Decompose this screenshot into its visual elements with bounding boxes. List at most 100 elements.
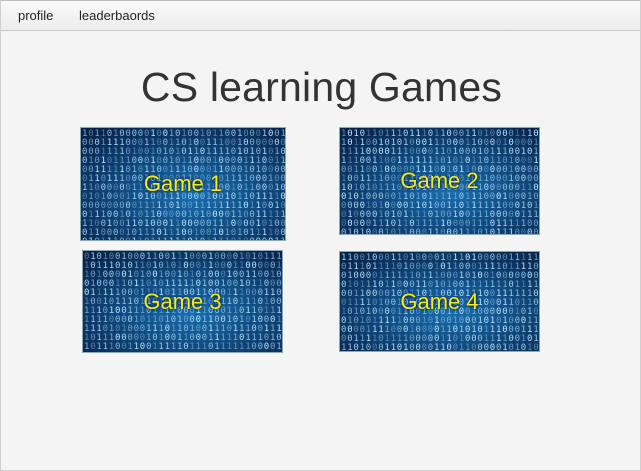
svg-text:0: 0: [270, 342, 275, 352]
menu-leaderboards[interactable]: leaderbaords: [79, 8, 155, 23]
svg-text:1: 1: [508, 228, 513, 234]
svg-text:1: 1: [88, 237, 93, 240]
svg-text:0: 0: [397, 343, 402, 351]
svg-text:0: 0: [249, 237, 254, 240]
svg-text:1: 1: [156, 237, 161, 240]
menu-bar: profile leaderbaords: [1, 0, 640, 31]
svg-text:0: 0: [521, 343, 526, 351]
svg-text:1: 1: [169, 237, 174, 240]
svg-text:0: 0: [119, 237, 124, 240]
svg-text:0: 0: [115, 342, 120, 352]
svg-text:1: 1: [113, 237, 118, 240]
svg-text:0: 0: [477, 228, 482, 234]
svg-text:0: 0: [391, 228, 396, 234]
svg-text:0: 0: [251, 342, 256, 352]
game-3-button[interactable]: 0101001000110011100010000101011110111010…: [82, 250, 283, 353]
svg-text:0: 0: [140, 342, 145, 352]
svg-text:0: 0: [125, 237, 130, 240]
svg-text:1: 1: [239, 342, 244, 352]
svg-text:1: 1: [196, 342, 201, 352]
svg-text:0: 0: [471, 343, 476, 351]
svg-text:0: 0: [208, 342, 213, 352]
svg-text:1: 1: [484, 228, 489, 234]
svg-text:0: 0: [496, 343, 501, 351]
svg-text:1: 1: [434, 228, 439, 234]
svg-text:1: 1: [177, 342, 182, 352]
svg-text:1: 1: [471, 228, 476, 234]
svg-text:0: 0: [256, 237, 261, 240]
svg-text:0: 0: [82, 237, 87, 240]
svg-text:0: 0: [508, 343, 513, 351]
game-4-button[interactable]: 1100100011010000101101000001111101110111…: [339, 251, 540, 352]
svg-text:1: 1: [347, 343, 352, 351]
svg-text:0: 0: [422, 228, 427, 234]
svg-text:1: 1: [150, 237, 155, 240]
app-window: profile leaderbaords CS learning Games 1…: [0, 0, 641, 471]
game-2-button[interactable]: 1010110111011101100011010000111010110010…: [339, 127, 540, 235]
svg-text:1: 1: [181, 237, 186, 240]
svg-text:1: 1: [189, 342, 194, 352]
svg-text:1: 1: [341, 343, 346, 351]
svg-text:1: 1: [347, 228, 352, 234]
game-2-label: Game 2: [400, 168, 479, 193]
svg-text:0: 0: [144, 237, 149, 240]
svg-text:0: 0: [409, 228, 414, 234]
svg-text:1: 1: [465, 228, 470, 234]
svg-text:1: 1: [84, 342, 89, 352]
svg-text:1: 1: [502, 228, 507, 234]
game-1-button[interactable]: 1011010000010010100101100100010010001111…: [80, 127, 286, 241]
svg-text:1: 1: [515, 343, 520, 351]
game-3-label: Game 3: [143, 288, 222, 314]
svg-text:0: 0: [490, 343, 495, 351]
svg-text:0: 0: [366, 343, 371, 351]
svg-text:0: 0: [484, 343, 489, 351]
svg-text:0: 0: [422, 343, 427, 351]
svg-text:1: 1: [194, 237, 199, 240]
svg-text:1: 1: [206, 237, 211, 240]
svg-text:0: 0: [183, 342, 188, 352]
svg-text:1: 1: [134, 342, 139, 352]
svg-text:0: 0: [533, 343, 538, 351]
svg-text:1: 1: [384, 228, 389, 234]
svg-text:1: 1: [384, 343, 389, 351]
svg-text:0: 0: [440, 228, 445, 234]
svg-text:1: 1: [459, 228, 464, 234]
svg-text:1: 1: [163, 237, 168, 240]
svg-text:0: 0: [243, 237, 248, 240]
svg-text:1: 1: [225, 237, 230, 240]
svg-text:0: 0: [121, 342, 126, 352]
svg-text:1: 1: [212, 237, 217, 240]
svg-text:0: 0: [262, 237, 267, 240]
svg-text:1: 1: [109, 342, 114, 352]
svg-text:0: 0: [453, 228, 458, 234]
svg-text:0: 0: [366, 228, 371, 234]
svg-text:1: 1: [403, 228, 408, 234]
svg-text:1: 1: [465, 343, 470, 351]
svg-text:0: 0: [231, 237, 236, 240]
svg-text:1: 1: [360, 228, 365, 234]
svg-text:1: 1: [502, 343, 507, 351]
svg-text:0: 0: [521, 228, 526, 234]
svg-text:0: 0: [477, 343, 482, 351]
svg-text:1: 1: [103, 342, 108, 352]
svg-text:0: 0: [446, 343, 451, 351]
svg-text:1: 1: [171, 342, 176, 352]
svg-text:1: 1: [276, 342, 281, 352]
svg-text:0: 0: [515, 228, 520, 234]
svg-text:0: 0: [90, 342, 95, 352]
svg-text:0: 0: [533, 228, 538, 234]
svg-text:1: 1: [96, 342, 101, 352]
svg-text:0: 0: [353, 343, 358, 351]
svg-text:1: 1: [107, 237, 112, 240]
svg-text:0: 0: [378, 228, 383, 234]
menu-profile[interactable]: profile: [18, 8, 53, 23]
svg-text:0: 0: [268, 237, 273, 240]
svg-text:0: 0: [527, 228, 532, 234]
svg-text:1: 1: [233, 342, 238, 352]
game-4-label: Game 4: [400, 288, 479, 314]
svg-text:0: 0: [372, 228, 377, 234]
svg-text:0: 0: [428, 343, 433, 351]
svg-text:0: 0: [378, 343, 383, 351]
svg-text:1: 1: [527, 343, 532, 351]
svg-text:0: 0: [146, 342, 151, 352]
